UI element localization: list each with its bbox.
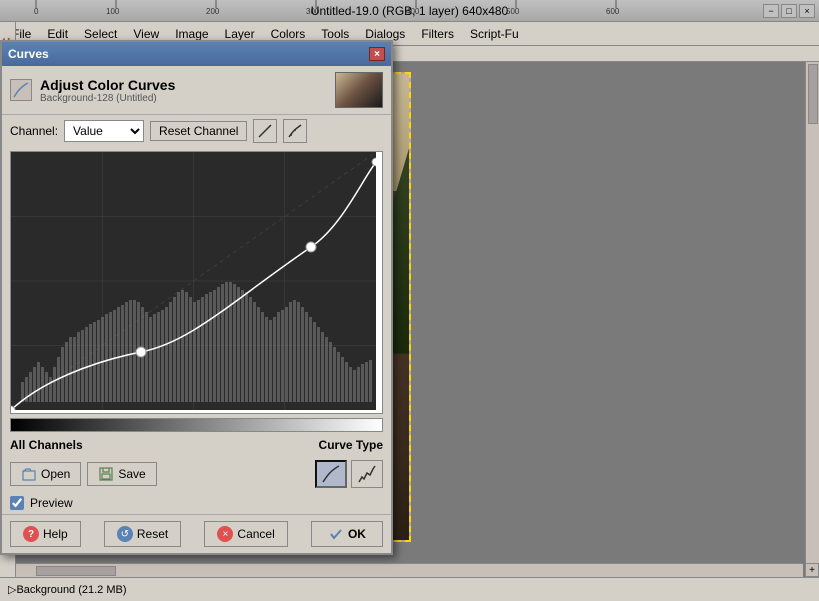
reset-channel-button[interactable]: Reset Channel — [150, 121, 247, 141]
scrollbar-thumb-h[interactable] — [36, 566, 116, 576]
gradient-bar — [10, 418, 383, 432]
open-button[interactable]: Open — [10, 462, 81, 486]
ok-icon — [328, 526, 344, 542]
preview-row: Preview — [2, 492, 391, 514]
curves-header: Adjust Color Curves Background-128 (Unti… — [2, 66, 391, 115]
curves-graph-container[interactable] — [10, 151, 383, 414]
help-icon: ? — [23, 526, 39, 542]
all-channels-label: All Channels — [10, 438, 83, 452]
channel-select[interactable]: Value Red Green Blue Alpha — [64, 120, 144, 142]
freehand-curve-button[interactable] — [351, 460, 383, 488]
curves-subtitle: Background-128 (Untitled) — [40, 93, 175, 104]
open-save-row: Open Save — [2, 456, 391, 492]
scrollbar-vertical[interactable] — [805, 62, 819, 563]
linear-curve-icon[interactable] — [253, 119, 277, 143]
curves-dialog-title: Curves — [8, 47, 49, 61]
curves-graph[interactable] — [11, 152, 376, 410]
reset-icon: ↺ — [117, 526, 133, 542]
channel-row: Channel: Value Red Green Blue Alpha Rese… — [2, 115, 391, 147]
status-bar: ▷ Background (21.2 MB) — [0, 577, 819, 601]
status-info: Background (21.2 MB) — [16, 584, 126, 596]
curves-dialog-icon — [10, 79, 32, 101]
ok-button[interactable]: OK — [311, 521, 383, 547]
curve-type-buttons — [315, 460, 383, 488]
curves-dialog: Curves × Adjust Color Curves Background-… — [0, 40, 393, 555]
cancel-button[interactable]: × Cancel — [204, 521, 287, 547]
preview-checkbox[interactable] — [10, 496, 24, 510]
reset-button[interactable]: ↺ Reset — [104, 521, 181, 547]
help-button[interactable]: ? Help — [10, 521, 81, 547]
cancel-icon: × — [217, 526, 233, 542]
channel-label: Channel: — [10, 124, 58, 138]
open-icon — [21, 466, 37, 482]
menu-filters[interactable]: Filters — [413, 25, 462, 43]
bottom-buttons: ? Help ↺ Reset × Cancel OK — [2, 514, 391, 553]
curves-close-button[interactable]: × — [369, 47, 385, 61]
curves-title-block: Adjust Color Curves Background-128 (Unti… — [40, 77, 175, 104]
scrollbar-thumb-v[interactable] — [808, 64, 818, 124]
curves-preview-thumbnail — [335, 72, 383, 108]
curves-heading: Adjust Color Curves — [40, 77, 175, 93]
curves-titlebar: Curves × — [2, 42, 391, 66]
preview-label: Preview — [30, 496, 73, 510]
status-text: ▷ — [8, 583, 16, 596]
curve-type-label: Curve Type — [319, 438, 383, 452]
freehand-curve-icon[interactable] — [283, 119, 307, 143]
scrollbar-horizontal[interactable] — [16, 563, 803, 577]
menu-script-fu[interactable]: Script-Fu — [462, 25, 527, 43]
scrollbar-corner: + — [805, 563, 819, 577]
save-button[interactable]: Save — [87, 462, 156, 486]
smooth-curve-button[interactable] — [315, 460, 347, 488]
save-icon — [98, 466, 114, 482]
curve-options-row: All Channels Curve Type — [2, 434, 391, 456]
